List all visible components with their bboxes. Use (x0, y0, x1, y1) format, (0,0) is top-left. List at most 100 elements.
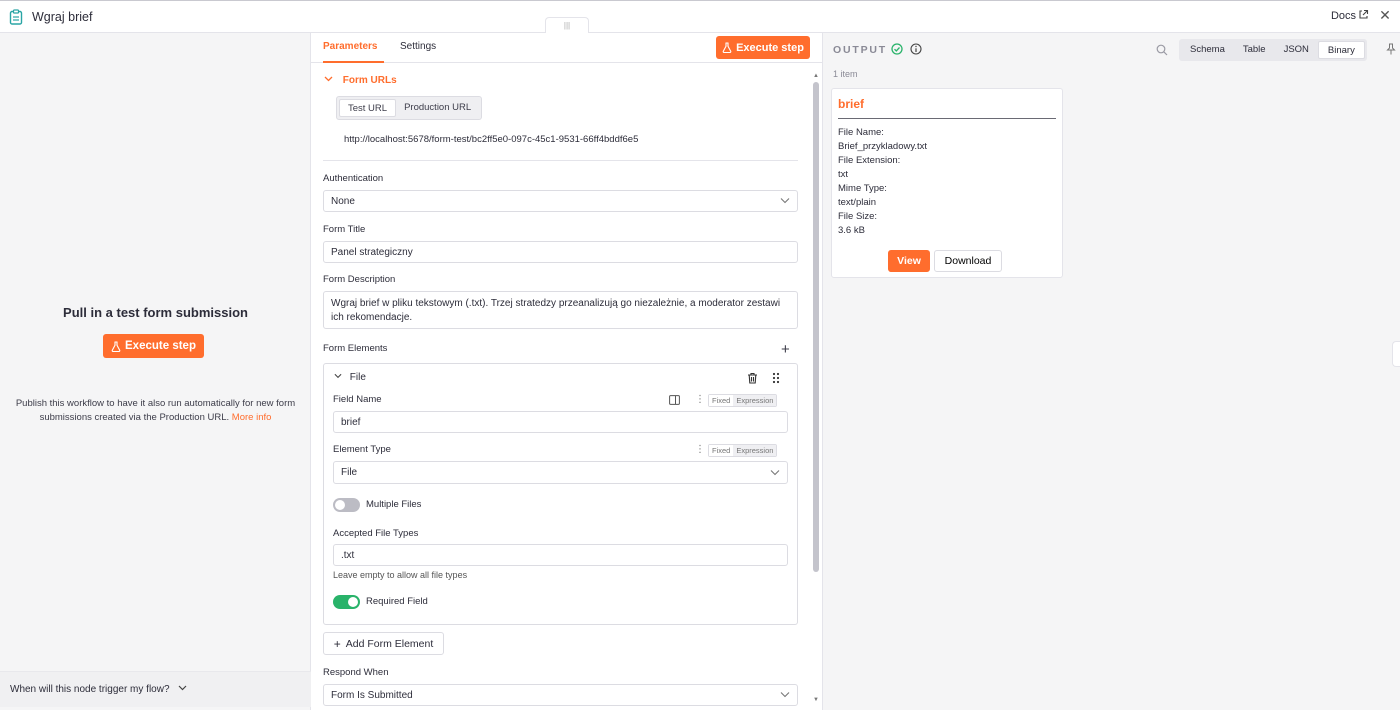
mime-type-label: Mime Type: (838, 183, 887, 194)
tab-settings[interactable]: Settings (400, 41, 436, 52)
file-size-value: 3.6 kB (838, 225, 865, 236)
form-title-label: Form Title (323, 224, 366, 235)
docs-link[interactable]: Docs (1331, 10, 1356, 22)
tab-json[interactable]: JSON (1275, 41, 1318, 59)
add-form-element-button[interactable]: + Add Form Element (323, 632, 444, 655)
file-extension-value: txt (838, 169, 849, 180)
drag-handle-icon[interactable] (772, 372, 780, 384)
add-element-plus-icon[interactable]: + (781, 342, 790, 357)
file-size-label: File Size: (838, 211, 878, 222)
execute-step-button-left[interactable]: Execute step (103, 334, 204, 358)
tab-schema[interactable]: Schema (1181, 41, 1234, 59)
download-button[interactable]: Download (934, 250, 1002, 272)
chevron-down-icon (334, 373, 342, 379)
trigger-info-toggle[interactable]: When will this node trigger my flow? (0, 671, 311, 707)
scroll-down-arrow[interactable]: ▼ (812, 697, 820, 703)
accepted-types-hint: Leave empty to allow all file types (333, 570, 468, 580)
element-collapse-toggle[interactable]: File (334, 372, 366, 383)
clipboard-icon (9, 9, 23, 25)
fixed-expression-toggle[interactable]: Fixed Expression (708, 444, 778, 457)
element-type-label: Element Type (333, 444, 391, 455)
field-options-icon[interactable]: ⋮ (695, 394, 705, 405)
element-title: File (349, 372, 366, 383)
form-urls-label: Form URLs (342, 75, 397, 86)
panel-tabs: Parameters Settings Execute step (311, 33, 823, 63)
field-name-label: Field Name (333, 394, 382, 405)
element-type-value: File (341, 467, 358, 478)
more-info-link[interactable]: More info (232, 412, 272, 423)
authentication-value: None (331, 195, 355, 207)
accepted-types-value: .txt (341, 549, 355, 561)
toggle-knob (348, 597, 358, 607)
execute-step-button[interactable]: Execute step (716, 36, 810, 59)
form-title-input[interactable]: Panel strategiczny (323, 241, 798, 263)
respond-when-label: Respond When (323, 667, 389, 678)
scrollbar[interactable]: ▲ ▼ (812, 73, 820, 707)
add-form-element-label: Add Form Element (345, 637, 434, 650)
required-field-label: Required Field (366, 596, 428, 607)
view-button[interactable]: View (888, 250, 930, 272)
output-view-tabs: Schema Table JSON Binary (1179, 39, 1367, 61)
chevron-down-icon (178, 685, 187, 691)
scroll-up-arrow[interactable]: ▲ (812, 73, 820, 79)
output-panel: OUTPUT 1 item Schema Table JSON Binary b… (823, 33, 1400, 710)
execute-step-label: Execute step (125, 340, 196, 352)
accepted-types-input[interactable]: .txt (333, 544, 788, 566)
tab-binary[interactable]: Binary (1317, 41, 1365, 59)
fixed-option[interactable]: Fixed (709, 445, 734, 456)
panel-drag-handle[interactable]: ||| (545, 17, 589, 33)
required-field-toggle[interactable] (333, 595, 360, 609)
authentication-select[interactable]: None (323, 190, 798, 212)
expression-option[interactable]: Expression (733, 395, 777, 406)
sidebar-panel-icon[interactable] (669, 395, 680, 405)
mime-type-value: text/plain (838, 197, 877, 208)
respond-when-value: Form Is Submitted (331, 689, 413, 701)
trash-icon[interactable] (747, 372, 758, 384)
binary-key-name: brief (838, 97, 865, 111)
chevron-down-icon (324, 76, 333, 82)
tab-parameters[interactable]: Parameters (323, 41, 377, 52)
expression-option[interactable]: Expression (733, 445, 777, 456)
divider (323, 160, 798, 161)
binary-file-card: brief File Name: Brief_przykladowy.txt F… (831, 88, 1063, 278)
panel-edge-handle[interactable] (1392, 341, 1400, 367)
scrollbar-thumb[interactable] (813, 82, 819, 572)
info-icon[interactable] (910, 43, 922, 55)
field-name-value: brief (341, 416, 361, 428)
fixed-option[interactable]: Fixed (709, 395, 734, 406)
element-type-select[interactable]: File (333, 461, 788, 484)
trigger-info-label: When will this node trigger my flow? (10, 684, 170, 695)
external-link-icon[interactable] (1358, 9, 1369, 20)
form-description-textarea[interactable]: Wgraj brief w pliku tekstowym (.txt). Tr… (323, 291, 798, 329)
field-options-icon[interactable]: ⋮ (695, 444, 705, 455)
form-urls-toggle[interactable]: Form URLs (324, 75, 397, 86)
plus-icon: + (333, 636, 341, 651)
multiple-files-label: Multiple Files (366, 499, 422, 510)
search-icon[interactable] (1156, 44, 1168, 56)
close-icon[interactable]: ✕ (1378, 8, 1392, 22)
form-url[interactable]: http://localhost:5678/form-test/bc2ff5e0… (344, 134, 638, 145)
node-title[interactable]: Wgraj brief (32, 10, 92, 24)
authentication-label: Authentication (323, 173, 384, 184)
respond-when-select[interactable]: Form Is Submitted (323, 684, 798, 706)
output-label: OUTPUT (833, 44, 887, 56)
url-tabs: Test URL Production URL (336, 96, 483, 120)
flask-icon (111, 340, 121, 352)
chevron-down-icon (770, 469, 780, 475)
fixed-expression-toggle[interactable]: Fixed Expression (708, 394, 778, 407)
execute-step-label: Execute step (736, 41, 804, 54)
pin-icon[interactable] (1386, 43, 1396, 55)
tab-test-url[interactable]: Test URL (339, 99, 397, 117)
file-name-label: File Name: (838, 127, 884, 138)
file-extension-label: File Extension: (838, 155, 901, 166)
form-element-card: File Field Name ⋮ Fixed Expression brief… (323, 363, 798, 625)
toggle-knob (335, 500, 345, 510)
publish-hint: Publish this workflow to have it also ru… (14, 397, 297, 425)
parameters-panel: Parameters Settings Execute step Form UR… (311, 33, 823, 710)
form-description-value: Wgraj brief w pliku tekstowym (.txt). Tr… (331, 298, 781, 323)
multiple-files-toggle[interactable] (333, 498, 360, 512)
chevron-down-icon (780, 198, 790, 204)
field-name-input[interactable]: brief (333, 411, 788, 433)
tab-production-url[interactable]: Production URL (396, 99, 479, 117)
tab-table[interactable]: Table (1234, 41, 1275, 59)
